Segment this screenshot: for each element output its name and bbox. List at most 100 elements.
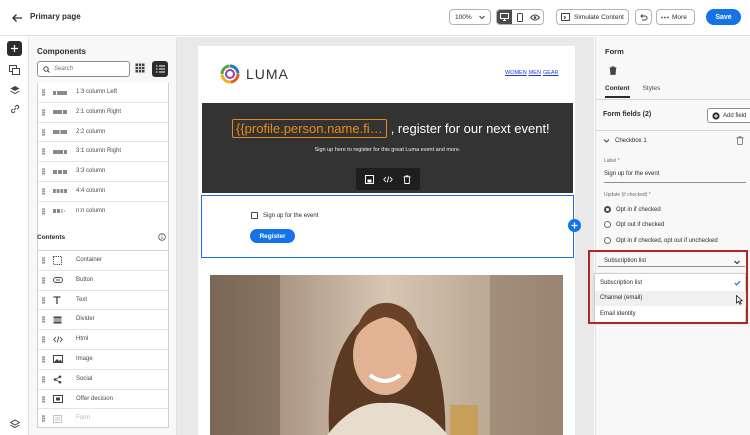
checkbox-label: Sign up for the event	[263, 212, 319, 219]
content-item-social[interactable]: Social	[38, 370, 168, 390]
drag-handle-icon[interactable]	[42, 276, 45, 284]
hero-section[interactable]: {{profile.person.name.fi… , register for…	[202, 103, 573, 193]
drag-handle-icon[interactable]	[42, 395, 45, 403]
add-components-icon[interactable]	[7, 41, 22, 56]
tab-styles[interactable]: Styles	[643, 85, 661, 92]
button-icon	[53, 276, 67, 285]
save-button[interactable]: Save	[706, 9, 741, 25]
event-checkbox[interactable]: Sign up for the event	[251, 212, 318, 219]
search-input[interactable]: Search	[37, 61, 130, 77]
layers-settings-icon[interactable]	[7, 416, 22, 431]
share-icon	[53, 375, 67, 384]
radio-label: Opt in if checked, opt out if unchecked	[616, 237, 718, 244]
nav-link-men[interactable]: MEN	[529, 70, 541, 76]
back-arrow-icon[interactable]	[10, 11, 24, 25]
drag-handle-icon[interactable]	[42, 108, 45, 116]
content-item-html[interactable]: Html	[38, 330, 168, 350]
link-icon[interactable]	[7, 101, 22, 116]
radio-opt-in-out[interactable]: Opt in if checked, opt out if unchecked	[604, 237, 718, 244]
add-block-plus-icon[interactable]	[568, 219, 581, 232]
radio-opt-out[interactable]: Opt out if checked	[604, 221, 664, 228]
checkbox-box[interactable]	[251, 212, 258, 219]
layout-item[interactable]: 4:4 column	[38, 182, 168, 202]
layout-item[interactable]: 1:3 column Left	[38, 83, 168, 103]
content-item-image[interactable]: Image	[38, 350, 168, 370]
list-view-icon[interactable]	[152, 61, 168, 77]
zoom-select[interactable]: 100%	[449, 9, 491, 25]
components-title: Components	[37, 47, 86, 56]
layout-item[interactable]: n:n column	[38, 202, 168, 222]
luma-logo[interactable]: LUMA	[220, 64, 289, 84]
layout-label: 1:3 column Left	[76, 89, 118, 95]
radio-button[interactable]	[604, 221, 611, 228]
drag-handle-icon[interactable]	[42, 148, 45, 156]
content-item-divider[interactable]: Divider	[38, 310, 168, 331]
code-icon[interactable]	[383, 175, 394, 183]
add-field-button[interactable]: Add field	[707, 108, 750, 123]
layout-item[interactable]: 2:1 column Right	[38, 103, 168, 123]
content-item-button[interactable]: Button	[38, 271, 168, 291]
radio-label: Opt out if checked	[616, 221, 665, 228]
nav-link-gear[interactable]: GEAR	[543, 70, 559, 76]
hero-headline-text: , register for our next event!	[390, 121, 550, 136]
radio-button[interactable]	[604, 237, 611, 244]
save-fragment-icon[interactable]	[364, 174, 374, 184]
radio-label: Opt in if checked	[616, 206, 661, 213]
drag-handle-icon[interactable]	[42, 187, 45, 195]
drag-handle-icon[interactable]	[42, 375, 45, 383]
drag-handle-icon[interactable]	[42, 128, 45, 136]
more-button[interactable]: More	[656, 9, 695, 25]
drag-handle-icon[interactable]	[42, 207, 45, 215]
personalization-token[interactable]: {{profile.person.name.fi…	[232, 119, 387, 138]
simulate-content-button[interactable]: Simulate Content	[556, 9, 629, 25]
form-block-selected[interactable]: Sign up for the event Register	[201, 195, 581, 258]
layout-item[interactable]: 3:3 column	[38, 162, 168, 182]
drag-handle-icon[interactable]	[42, 296, 45, 304]
layout-label: 4:4 column	[76, 187, 106, 194]
drag-handle-icon[interactable]	[42, 355, 45, 363]
desktop-icon[interactable]	[497, 10, 513, 24]
column-layout-icon	[53, 187, 67, 196]
drag-handle-icon[interactable]	[42, 89, 45, 96]
layout-label: 3:1 column Right	[76, 148, 122, 155]
delete-icon[interactable]	[736, 136, 744, 145]
register-button[interactable]: Register	[250, 229, 295, 243]
layout-list: 1:3 column Left 2:1 column Right 2:2 col…	[37, 83, 169, 258]
mobile-icon[interactable]	[512, 10, 527, 24]
nav-link-women[interactable]: WOMEN	[505, 70, 527, 76]
tab-content[interactable]: Content	[605, 85, 630, 98]
drag-handle-icon[interactable]	[42, 336, 45, 344]
undo-button[interactable]	[635, 9, 652, 25]
label-input[interactable]: Sign up for the event	[604, 171, 659, 177]
content-item-form[interactable]: Form	[38, 409, 168, 429]
assets-icon[interactable]	[7, 62, 22, 77]
form-icon	[53, 414, 67, 423]
content-label: Text	[76, 296, 88, 303]
hero-photo[interactable]	[210, 275, 563, 435]
grid-view-icon[interactable]	[135, 63, 145, 73]
layout-item[interactable]: 2:2 column	[38, 123, 168, 143]
add-field-label: Add field	[723, 112, 747, 119]
preview-eye-icon[interactable]	[528, 10, 543, 24]
more-label: More	[672, 13, 687, 21]
drag-handle-icon[interactable]	[42, 257, 45, 264]
info-icon[interactable]	[158, 233, 166, 241]
radio-opt-in[interactable]: Opt in if checked	[604, 206, 661, 213]
drag-handle-icon[interactable]	[42, 316, 45, 324]
content-item-offer-decision[interactable]: Offer decision	[38, 390, 168, 410]
delete-icon[interactable]	[403, 174, 411, 184]
layout-item[interactable]: 3:1 column Right	[38, 142, 168, 163]
chevron-down-icon	[478, 13, 486, 21]
radio-button[interactable]	[604, 206, 611, 213]
content-item-container[interactable]: Container	[38, 251, 168, 271]
delete-icon[interactable]	[609, 66, 617, 75]
email-body: LUMA WOMEN MEN GEAR {{profile.person.nam…	[198, 46, 581, 435]
layers-icon[interactable]	[7, 82, 22, 97]
drag-handle-icon[interactable]	[42, 415, 45, 423]
content-item-text[interactable]: Text	[38, 291, 168, 311]
properties-panel: Form Content Styles Form fields (2) Add …	[595, 37, 750, 435]
field-accordion-checkbox-1[interactable]: Checkbox 1	[603, 137, 647, 144]
update-caption: Update (if checked) *	[604, 192, 651, 198]
drag-handle-icon[interactable]	[42, 168, 45, 176]
field-name: Checkbox 1	[615, 137, 647, 144]
